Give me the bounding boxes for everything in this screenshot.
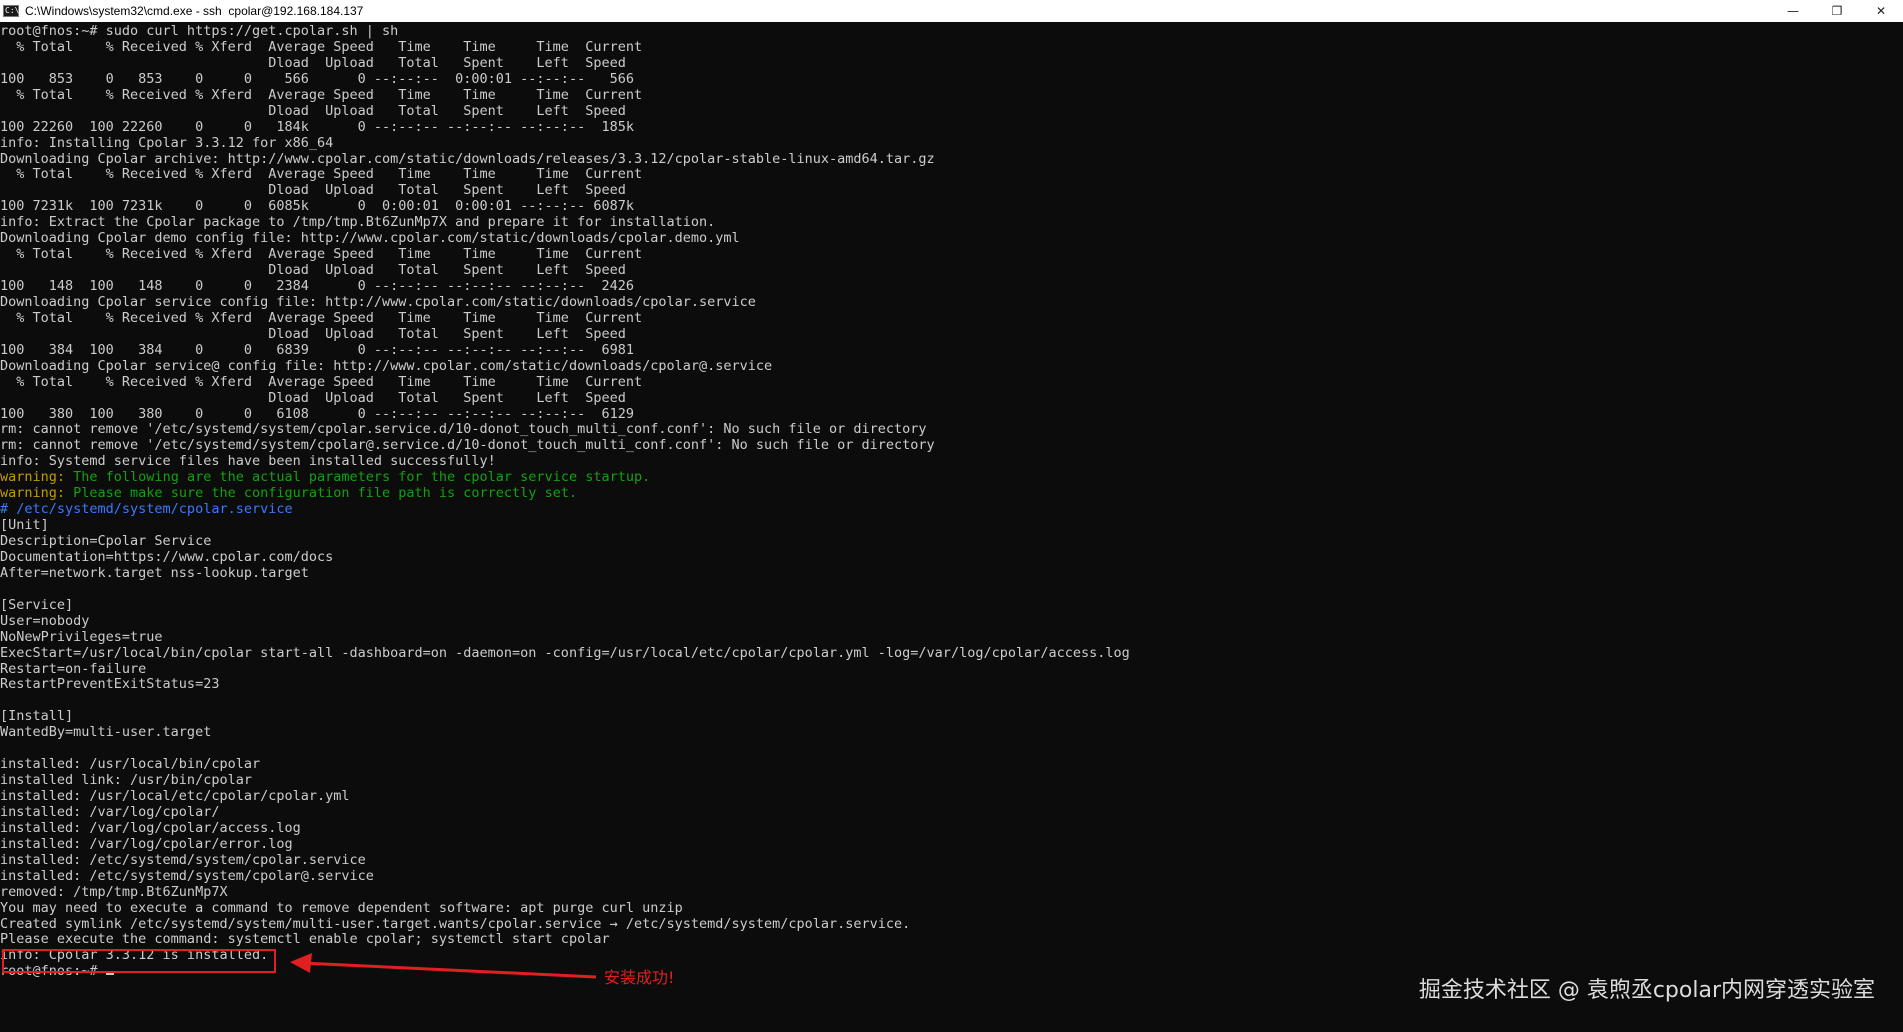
- close-button[interactable]: ✕: [1859, 0, 1903, 22]
- warning-label: warning:: [0, 470, 66, 486]
- window-titlebar[interactable]: C:\ C:\Windows\system32\cmd.exe - ssh cp…: [0, 0, 1903, 22]
- terminal-line: Dload Upload Total Spent Left Speed: [0, 183, 626, 199]
- terminal-line: rm: cannot remove '/etc/systemd/system/c…: [0, 438, 935, 454]
- terminal-line: % Total % Received % Xferd Average Speed…: [0, 87, 643, 103]
- install-success-highlight: [2, 949, 276, 973]
- terminal-line: [Service]: [0, 597, 74, 613]
- terminal-line: % Total % Received % Xferd Average Speed…: [0, 247, 643, 263]
- terminal-line: ExecStart=/usr/local/bin/cpolar start-al…: [0, 645, 1130, 661]
- terminal-line: Documentation=https://www.cpolar.com/doc…: [0, 549, 334, 565]
- restore-button[interactable]: ❐: [1815, 0, 1859, 22]
- terminal-line: Downloading Cpolar service config file: …: [0, 294, 756, 310]
- terminal-line: NoNewPrivileges=true: [0, 629, 163, 645]
- terminal-line: Please execute the command: systemctl en…: [0, 932, 610, 948]
- terminal-line: Restart=on-failure: [0, 661, 147, 677]
- terminal-line: % Total % Received % Xferd Average Speed…: [0, 39, 643, 55]
- warning-message: The following are the actual parameters …: [65, 470, 651, 486]
- terminal-line: 100 7231k 100 7231k 0 0 6085k 0 0:00:01 …: [0, 199, 634, 215]
- terminal-line: installed: /var/log/cpolar/: [0, 804, 220, 820]
- terminal-line: Downloading Cpolar archive: http://www.c…: [0, 151, 935, 167]
- watermark: 掘金技术社区 @ 袁煦丞cpolar内网穿透实验室: [1418, 978, 1875, 1003]
- terminal-line: % Total % Received % Xferd Average Speed…: [0, 310, 643, 326]
- terminal-line: Dload Upload Total Spent Left Speed: [0, 263, 626, 279]
- window-title: C:\Windows\system32\cmd.exe - ssh cpolar…: [25, 4, 364, 18]
- terminal-line: 100 22260 100 22260 0 0 184k 0 --:--:-- …: [0, 119, 634, 135]
- terminal-line: You may need to execute a command to rem…: [0, 900, 683, 916]
- terminal-line: Dload Upload Total Spent Left Speed: [0, 103, 626, 119]
- terminal-line: installed: /var/log/cpolar/error.log: [0, 836, 293, 852]
- terminal-line: Created symlink /etc/systemd/system/mult…: [0, 916, 911, 932]
- terminal-line: User=nobody: [0, 613, 90, 629]
- terminal-line: [Unit]: [0, 518, 49, 534]
- terminal-line: Dload Upload Total Spent Left Speed: [0, 55, 626, 71]
- terminal-line: removed: /tmp/tmp.Bt6ZunMp7X: [0, 884, 228, 900]
- terminal-line: info: Cpolar 3.3.12 is installed.: [0, 948, 269, 964]
- terminal-line: # /etc/systemd/system/cpolar.service: [0, 502, 293, 518]
- terminal-line: 100 853 0 853 0 0 566 0 --:--:-- 0:00:01…: [0, 71, 634, 87]
- terminal-line: info: Extract the Cpolar package to /tmp…: [0, 215, 716, 231]
- minimize-button[interactable]: —: [1771, 0, 1815, 22]
- terminal-line: warning: Please make sure the configurat…: [0, 486, 1903, 502]
- terminal-line: After=network.target nss-lookup.target: [0, 565, 309, 581]
- terminal-line: installed: /usr/local/etc/cpolar/cpolar.…: [0, 789, 350, 804]
- install-success-label: 安装成功!: [604, 968, 675, 987]
- cmd-icon: C:\: [3, 5, 20, 17]
- terminal-line: installed: /usr/local/bin/cpolar: [0, 757, 261, 773]
- terminal-line: root@fnos:~# sudo curl https://get.cpola…: [0, 24, 399, 39]
- terminal-line: installed: /var/log/cpolar/access.log: [0, 820, 301, 836]
- window-controls: — ❐ ✕: [1771, 0, 1903, 22]
- terminal-output[interactable]: root@fnos:~# sudo curl https://get.cpola…: [0, 24, 1903, 1032]
- terminal-line: % Total % Received % Xferd Average Speed…: [0, 167, 643, 183]
- terminal-line: rm: cannot remove '/etc/systemd/system/c…: [0, 422, 927, 438]
- warning-label: warning:: [0, 486, 66, 502]
- terminal-line: Dload Upload Total Spent Left Speed: [0, 390, 626, 406]
- warning-message: Please make sure the configuration file …: [65, 486, 578, 502]
- terminal-line: 100 384 100 384 0 0 6839 0 --:--:-- --:-…: [0, 342, 634, 358]
- terminal-line: Dload Upload Total Spent Left Speed: [0, 326, 626, 342]
- terminal-line: WantedBy=multi-user.target: [0, 725, 212, 741]
- terminal-line: [Install]: [0, 709, 74, 725]
- terminal-line: installed link: /usr/bin/cpolar: [0, 773, 252, 789]
- terminal-line: info: Systemd service files have been in…: [0, 454, 496, 470]
- terminal-line: installed: /etc/systemd/system/cpolar@.s…: [0, 868, 374, 884]
- terminal-line: Downloading Cpolar demo config file: htt…: [0, 231, 740, 247]
- terminal-line: warning: The following are the actual pa…: [0, 470, 1903, 486]
- terminal-line: Downloading Cpolar service@ config file:…: [0, 358, 773, 374]
- terminal-line: info: Installing Cpolar 3.3.12 for x86_6…: [0, 135, 334, 151]
- terminal-line: 100 148 100 148 0 0 2384 0 --:--:-- --:-…: [0, 279, 634, 294]
- terminal-line: Description=Cpolar Service: [0, 534, 212, 549]
- terminal-line: 100 380 100 380 0 0 6108 0 --:--:-- --:-…: [0, 406, 634, 422]
- terminal-line: installed: /etc/systemd/system/cpolar.se…: [0, 852, 366, 868]
- terminal-line: RestartPreventExitStatus=23: [0, 677, 220, 693]
- terminal-line: % Total % Received % Xferd Average Speed…: [0, 374, 643, 390]
